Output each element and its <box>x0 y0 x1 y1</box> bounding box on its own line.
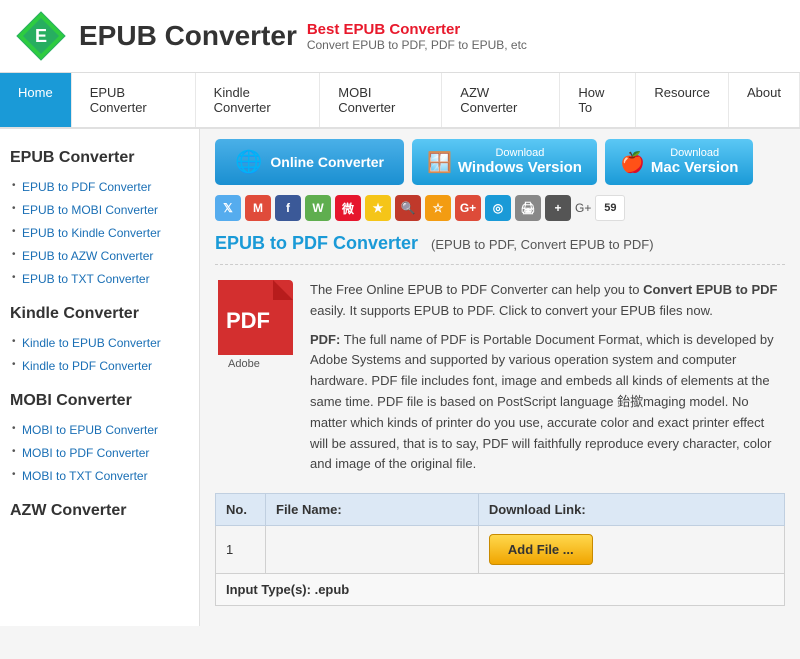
sidebar-epub-to-txt[interactable]: EPUB to TXT Converter <box>22 272 150 286</box>
sidebar-epub-to-kindle[interactable]: EPUB to Kindle Converter <box>22 226 161 240</box>
sidebar-section-epub: EPUB Converter <box>10 149 189 167</box>
nav-epub-converter[interactable]: EPUB Converter <box>72 73 196 127</box>
row-filename <box>266 526 479 574</box>
search-social-icon[interactable]: 🔍 <box>395 195 421 221</box>
sidebar-section-mobi: MOBI Converter <box>10 392 189 410</box>
svg-text:E: E <box>35 26 47 46</box>
print-icon[interactable]: 🖨 <box>515 195 541 221</box>
pdf-icon-wrap: PDF Adobe <box>215 280 295 475</box>
download-windows-button[interactable]: 🪟 Download Windows Version <box>412 139 597 185</box>
sidebar-section-azw: AZW Converter <box>10 502 189 520</box>
svg-text:PDF: PDF <box>226 308 270 333</box>
sidebar-epub-to-mobi[interactable]: EPUB to MOBI Converter <box>22 203 158 217</box>
table-row: 1 Add File ... <box>216 526 785 574</box>
nav-azw-converter[interactable]: AZW Converter <box>442 73 560 127</box>
action-row: 🌐 Online Converter 🪟 Download Windows Ve… <box>215 139 785 185</box>
nav-home[interactable]: Home <box>0 73 72 127</box>
main-nav: Home EPUB Converter Kindle Converter MOB… <box>0 73 800 129</box>
sidebar-kindle-list: Kindle to EPUB Converter Kindle to PDF C… <box>10 331 189 377</box>
nav-mobi-converter[interactable]: MOBI Converter <box>320 73 442 127</box>
logo-icon: E <box>15 10 67 62</box>
plus-icon[interactable]: + <box>545 195 571 221</box>
description-text: The Free Online EPUB to PDF Converter ca… <box>310 280 785 475</box>
main-wrapper: EPUB Converter EPUB to PDF Converter EPU… <box>0 129 800 626</box>
sidebar-epub-to-azw[interactable]: EPUB to AZW Converter <box>22 249 153 263</box>
pdf-icon: PDF Adobe <box>218 280 293 370</box>
sidebar-epub-to-pdf[interactable]: EPUB to PDF Converter <box>22 180 151 194</box>
content-area: 🌐 Online Converter 🪟 Download Windows Ve… <box>200 129 800 626</box>
col-filename-header: File Name: <box>266 494 479 526</box>
page-title-sub: (EPUB to PDF, Convert EPUB to PDF) <box>431 237 654 252</box>
twitter-icon[interactable]: 𝕏 <box>215 195 241 221</box>
gplus-count: 59 <box>595 195 625 221</box>
gmail-icon[interactable]: M <box>245 195 271 221</box>
gplus-label: G+ <box>575 201 591 215</box>
svg-text:Adobe: Adobe <box>228 358 260 370</box>
online-converter-button[interactable]: 🌐 Online Converter <box>215 139 404 185</box>
page-title-main: EPUB to PDF Converter <box>215 233 418 253</box>
pdf-description: The full name of PDF is Portable Documen… <box>310 332 774 472</box>
row-no: 1 <box>216 526 266 574</box>
sidebar-mobi-to-epub[interactable]: MOBI to EPUB Converter <box>22 423 158 437</box>
windows-btn-top: Download <box>458 147 582 159</box>
star-icon[interactable]: ★ <box>365 195 391 221</box>
desc-rest: easily. It supports EPUB to PDF. Click t… <box>310 303 713 318</box>
gplus-icon[interactable]: G+ <box>455 195 481 221</box>
nav-kindle-converter[interactable]: Kindle Converter <box>196 73 321 127</box>
windows-icon: 🪟 <box>427 150 452 175</box>
globe-icon: 🌐 <box>235 149 262 175</box>
sidebar-section-kindle: Kindle Converter <box>10 305 189 323</box>
weibo-icon[interactable]: 微 <box>335 195 361 221</box>
logo-text: EPUB Converter <box>79 20 297 52</box>
header: E EPUB Converter Best EPUB Converter Con… <box>0 0 800 73</box>
sidebar-mobi-to-txt[interactable]: MOBI to TXT Converter <box>22 469 148 483</box>
col-no-header: No. <box>216 494 266 526</box>
tagline-title: Best EPUB Converter <box>307 21 527 38</box>
col-download-header: Download Link: <box>478 494 784 526</box>
sidebar-epub-list: EPUB to PDF Converter EPUB to MOBI Conve… <box>10 175 189 290</box>
sidebar-mobi-list: MOBI to EPUB Converter MOBI to PDF Conve… <box>10 418 189 487</box>
desc-bold: Convert EPUB to PDF <box>643 282 777 297</box>
sidebar-kindle-to-pdf[interactable]: Kindle to PDF Converter <box>22 359 152 373</box>
page-title-block: EPUB to PDF Converter (EPUB to PDF, Conv… <box>215 233 785 265</box>
nav-about[interactable]: About <box>729 73 800 127</box>
add-file-button[interactable]: Add File ... <box>489 534 593 565</box>
windows-btn-bottom: Windows Version <box>458 159 582 177</box>
facebook-icon[interactable]: f <box>275 195 301 221</box>
description-block: PDF Adobe The Free Online EPUB to PDF Co… <box>215 280 785 475</box>
mac-btn-top: Download <box>651 147 739 159</box>
nav-resource[interactable]: Resource <box>636 73 729 127</box>
tagline-block: Best EPUB Converter Convert EPUB to PDF,… <box>307 21 527 52</box>
mac-btn-bottom: Mac Version <box>651 159 739 177</box>
sidebar-kindle-to-epub[interactable]: Kindle to EPUB Converter <box>22 336 161 350</box>
mac-icon: 🍎 <box>620 150 645 175</box>
desc-intro: The Free Online EPUB to PDF Converter ca… <box>310 282 643 297</box>
input-types-row: Input Type(s): .epub <box>216 574 785 606</box>
tagline-subtitle: Convert EPUB to PDF, PDF to EPUB, etc <box>307 38 527 52</box>
sidebar: EPUB Converter EPUB to PDF Converter EPU… <box>0 129 200 626</box>
social-row: 𝕏 M f W 微 ★ 🔍 ☆ G+ ◎ 🖨 + G+ 59 <box>215 195 785 221</box>
input-types-label: Input Type(s): .epub <box>216 574 785 606</box>
online-btn-label: Online Converter <box>270 154 384 170</box>
pdf-label: PDF: <box>310 332 340 347</box>
row-download: Add File ... <box>478 526 784 574</box>
nav-icon[interactable]: ◎ <box>485 195 511 221</box>
nav-how-to[interactable]: How To <box>560 73 636 127</box>
converter-table: No. File Name: Download Link: 1 Add File… <box>215 493 785 606</box>
wechat-icon[interactable]: W <box>305 195 331 221</box>
star2-icon[interactable]: ☆ <box>425 195 451 221</box>
download-mac-button[interactable]: 🍎 Download Mac Version <box>605 139 753 185</box>
sidebar-mobi-to-pdf[interactable]: MOBI to PDF Converter <box>22 446 149 460</box>
